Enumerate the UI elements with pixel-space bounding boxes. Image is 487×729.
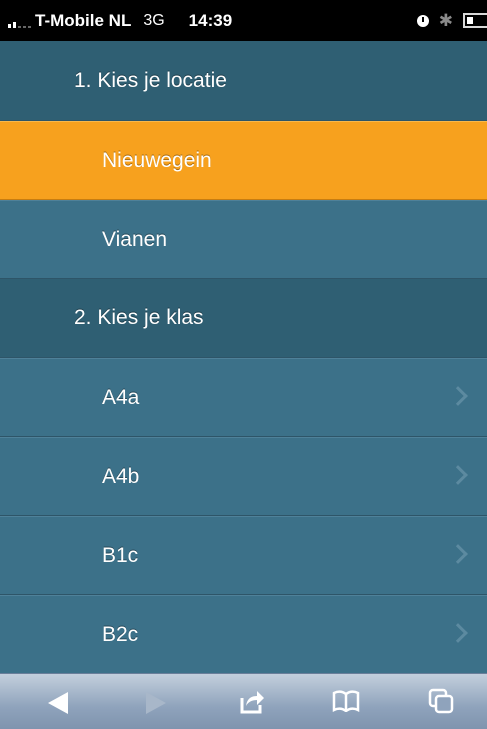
network-type: 3G (143, 11, 165, 29)
forward-button[interactable] (126, 674, 186, 729)
bookmarks-button[interactable] (316, 674, 376, 729)
class-item-b2c[interactable]: B2c (0, 595, 487, 674)
chevron-right-icon (448, 464, 468, 485)
location-item-vianen[interactable]: Vianen (0, 200, 487, 279)
list-item-label: Nieuwegein (102, 148, 212, 172)
chevron-right-icon (448, 543, 468, 564)
signal-icon (8, 14, 31, 28)
back-icon (48, 692, 68, 714)
share-button[interactable] (222, 674, 282, 729)
carrier-name: T-Mobile NL (35, 10, 132, 30)
forward-icon (146, 692, 166, 714)
browser-toolbar (0, 673, 487, 729)
location-item-nieuwegein[interactable]: Nieuwegein (0, 121, 487, 200)
section-header-location: 1. Kies je locatie (0, 41, 487, 121)
phone-screen: T-Mobile NL 3G 14:39 ✱ 1. Kies je locati… (0, 0, 487, 729)
status-icons: ✱ (416, 0, 487, 41)
section-header-label: 2. Kies je klas (74, 306, 204, 329)
section-header-label: 1. Kies je locatie (74, 68, 227, 92)
list-item-label: A4a (102, 385, 140, 409)
back-button[interactable] (26, 674, 86, 729)
class-item-a4b[interactable]: A4b (0, 437, 487, 516)
tabs-button[interactable] (410, 674, 470, 729)
class-item-b1c[interactable]: B1c (0, 516, 487, 595)
tabs-icon (428, 688, 454, 714)
bluetooth-icon: ✱ (438, 10, 453, 30)
status-bar: T-Mobile NL 3G 14:39 ✱ (0, 0, 487, 41)
chevron-right-icon (448, 385, 468, 406)
status-time: 14:39 (188, 10, 233, 30)
class-item-a4a[interactable]: A4a (0, 358, 487, 437)
chevron-right-icon (448, 622, 468, 643)
list-item-label: B1c (102, 543, 139, 567)
battery-icon (463, 13, 487, 28)
list-item-label: A4b (102, 464, 140, 488)
list-item-label: Vianen (102, 227, 168, 251)
section-header-class: 2. Kies je klas (0, 279, 487, 358)
clock-icon (416, 14, 429, 27)
bookmarks-icon (332, 690, 360, 712)
share-icon (240, 691, 264, 714)
list-item-label: B2c (102, 622, 139, 646)
